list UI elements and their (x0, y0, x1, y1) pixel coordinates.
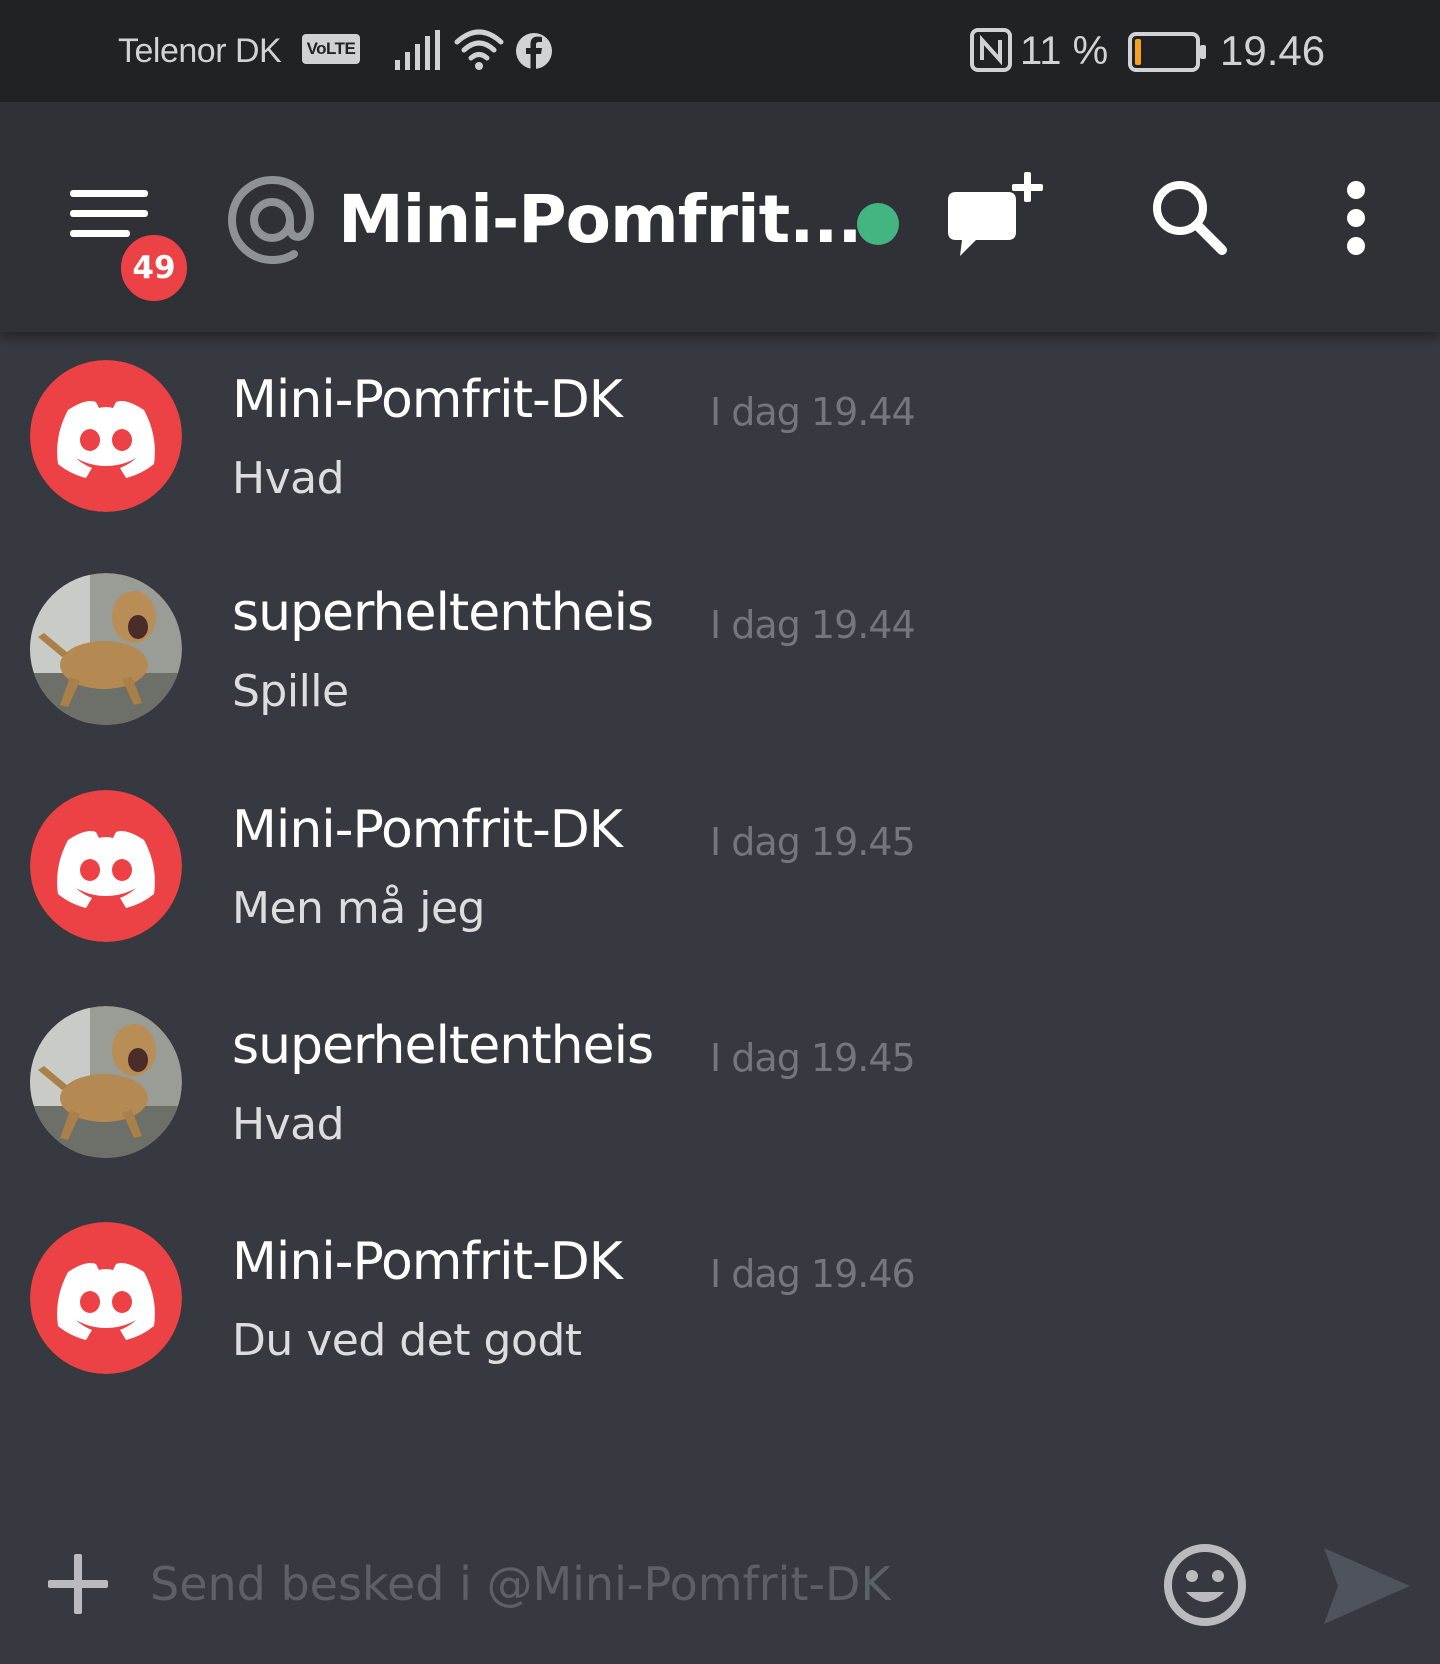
wifi-icon (454, 29, 504, 70)
message-author[interactable]: Mini-Pomfrit-DK (232, 1222, 623, 1302)
avatar[interactable] (30, 1222, 182, 1374)
carrier-name: Telenor DK (118, 32, 282, 70)
message-row[interactable]: Mini-Pomfrit-DK I dag 19.45 Men må jeg (0, 790, 1440, 990)
dog-photo-icon (30, 573, 182, 725)
avatar[interactable] (30, 360, 182, 512)
avatar[interactable] (30, 790, 182, 942)
avatar[interactable] (30, 1006, 182, 1158)
message-text: Men må jeg (232, 883, 485, 934)
message-row[interactable]: superheltentheis I dag 19.45 Hvad (0, 1006, 1440, 1206)
message-row[interactable]: superheltentheis I dag 19.44 Spille (0, 573, 1440, 773)
message-timestamp: I dag 19.44 (710, 585, 916, 665)
clock: 19.46 (1220, 27, 1326, 74)
battery-percentage: 11 % (1020, 29, 1109, 73)
message-author[interactable]: Mini-Pomfrit-DK (232, 360, 623, 440)
timestamp-text: I dag 19.44 (710, 390, 916, 434)
online-status-indicator (857, 203, 899, 245)
message-input[interactable] (150, 1544, 1110, 1624)
new-group-dm-icon[interactable] (942, 168, 1048, 268)
facebook-icon (516, 33, 552, 70)
message-author[interactable]: superheltentheis (232, 573, 654, 653)
message-text: Spille (232, 666, 349, 717)
message-text: Hvad (232, 453, 345, 504)
timestamp-text: I dag 19.44 (710, 603, 916, 647)
discord-logo-icon (30, 360, 182, 512)
message-timestamp: I dag 19.45 (710, 1018, 916, 1098)
status-bar: Telenor DK VoLTE 11 % 19.46 (0, 0, 1440, 102)
message-composer (0, 1520, 1440, 1664)
message-author[interactable]: Mini-Pomfrit-DK (232, 790, 623, 870)
timestamp-text: I dag 19.46 (710, 1252, 916, 1296)
dog-photo-icon (30, 1006, 182, 1158)
message-row[interactable]: Mini-Pomfrit-DK I dag 19.46 Du ved det god… (0, 1222, 1440, 1422)
message-text: Hvad (232, 1099, 345, 1150)
more-vertical-icon[interactable] (1340, 180, 1372, 260)
message-row[interactable]: Mini-Pomfrit-DK I dag 19.44 Hvad (0, 360, 1440, 560)
message-author[interactable]: superheltentheis (232, 1006, 654, 1086)
message-timestamp: I dag 19.45 (710, 802, 916, 882)
unread-badge: 49 (116, 230, 192, 306)
send-icon[interactable] (1320, 1544, 1412, 1628)
avatar[interactable] (30, 573, 182, 725)
discord-logo-icon (30, 1222, 182, 1374)
plus-icon[interactable] (46, 1552, 110, 1616)
channel-title[interactable]: Mini-Pomfrit... (338, 170, 862, 270)
message-text: Du ved det godt (232, 1315, 582, 1366)
message-timestamp: I dag 19.46 (710, 1234, 916, 1314)
volte-indicator: VoLTE (302, 34, 360, 64)
timestamp-text: I dag 19.45 (710, 820, 916, 864)
search-icon[interactable] (1150, 178, 1228, 256)
at-icon (228, 176, 315, 264)
timestamp-text: I dag 19.45 (710, 1036, 916, 1080)
discord-logo-icon (30, 790, 182, 942)
nfc-icon (970, 28, 1012, 72)
battery-icon (1128, 32, 1206, 72)
emoji-smile-icon[interactable] (1162, 1542, 1248, 1628)
signal-icon (395, 30, 440, 70)
message-timestamp: I dag 19.44 (710, 372, 916, 452)
